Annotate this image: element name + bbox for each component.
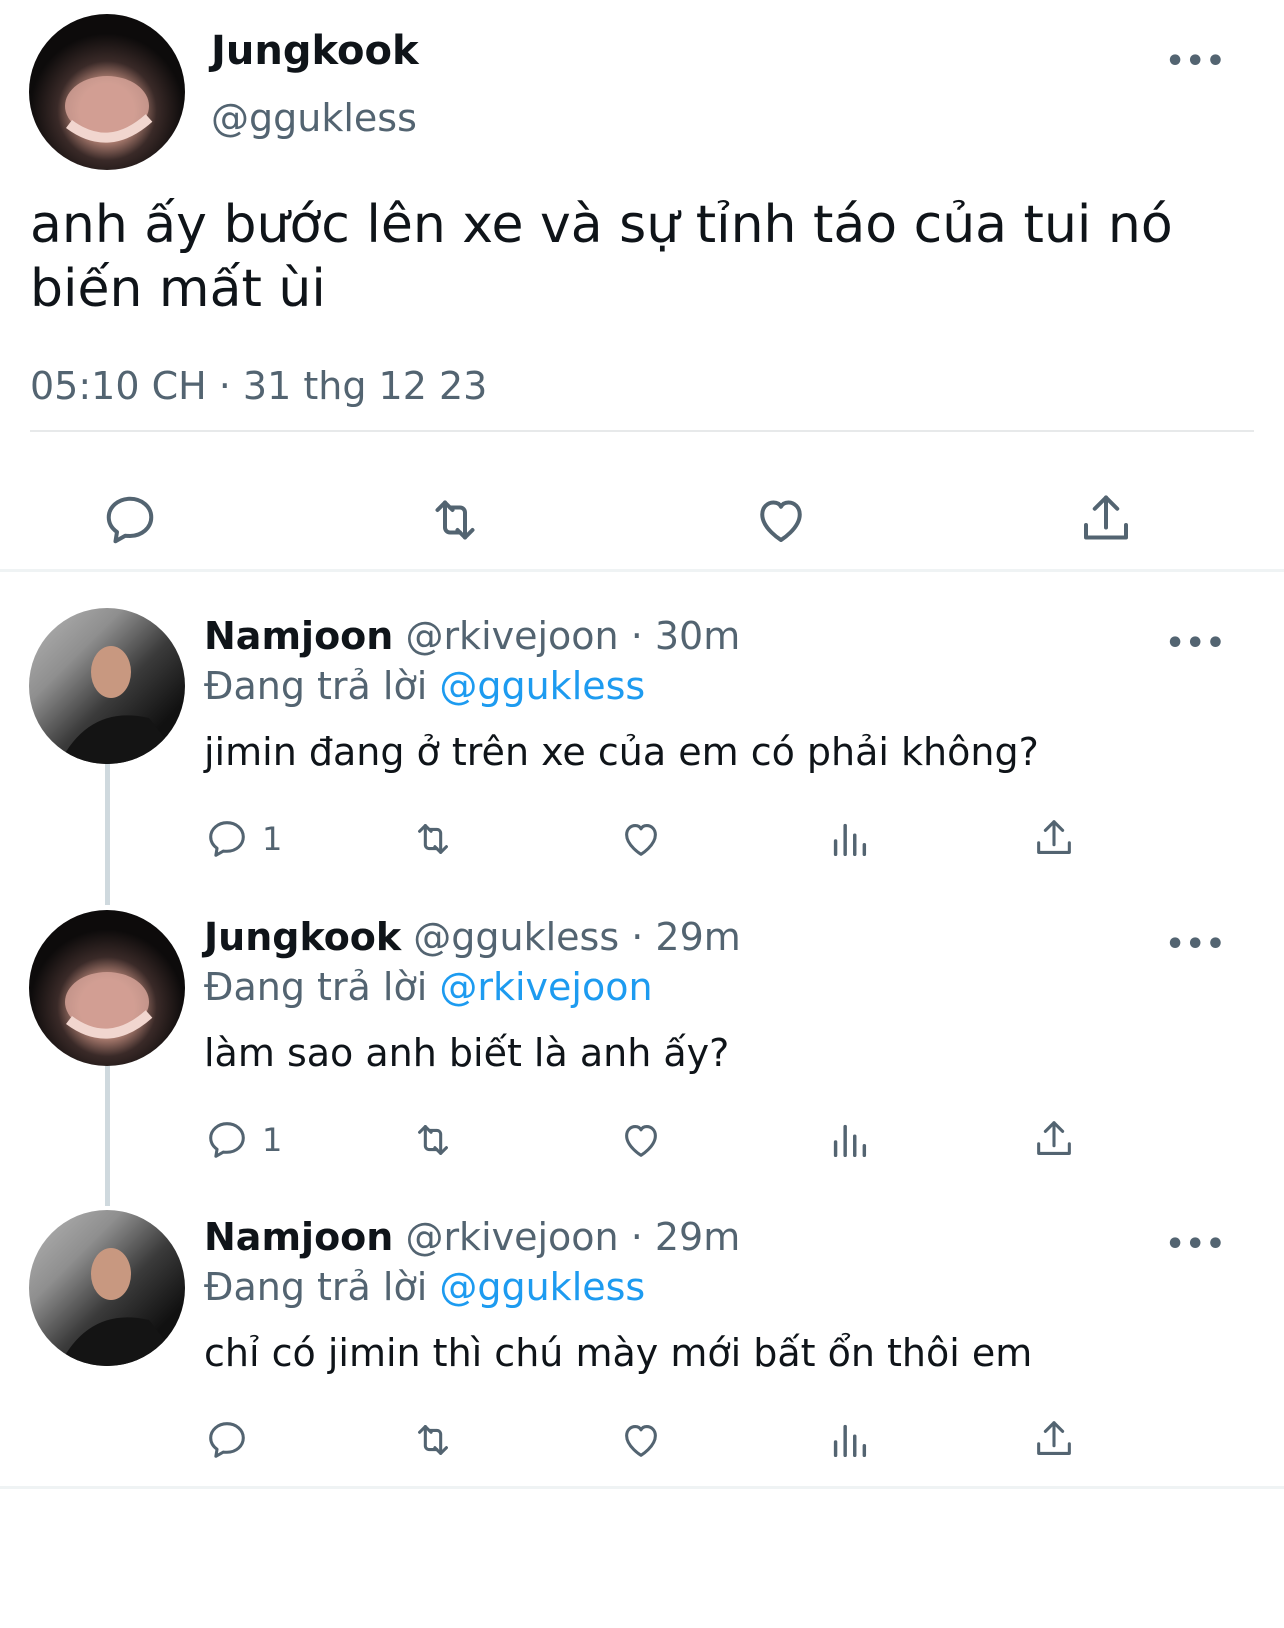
heart-icon[interactable]	[751, 490, 811, 550]
reply-header[interactable]: Jungkook @ggukless · 29m	[204, 915, 741, 959]
reply-time[interactable]: · 30m	[619, 614, 741, 658]
author-handle[interactable]: @rkivejoon	[405, 614, 618, 658]
replying-prefix: Đang trả lời	[204, 664, 440, 708]
reply-action[interactable]: 1	[204, 1116, 282, 1164]
author-handle[interactable]: @ggukless	[211, 96, 417, 140]
avatar-namjoon[interactable]	[29, 1210, 185, 1366]
more-dots-icon[interactable]: •••	[1165, 44, 1226, 79]
more-dots-icon[interactable]: •••	[1165, 927, 1226, 962]
heart-icon[interactable]	[618, 1416, 664, 1464]
author-name[interactable]: Jungkook	[211, 28, 419, 74]
reply-text: làm sao anh biết là anh ấy?	[204, 1031, 730, 1075]
reply-action[interactable]	[204, 1416, 262, 1464]
reply-time[interactable]: · 29m	[619, 915, 741, 959]
section-divider	[0, 1486, 1284, 1489]
author-name[interactable]: Namjoon	[204, 1215, 393, 1259]
avatar-jungkook[interactable]	[29, 910, 185, 1066]
retweet-icon[interactable]	[410, 1416, 456, 1464]
thread-line	[105, 1063, 110, 1206]
reply-bubble-icon[interactable]	[204, 1417, 250, 1463]
heart-icon[interactable]	[618, 815, 664, 863]
share-upload-icon[interactable]	[1031, 1116, 1077, 1164]
author-name[interactable]: Jungkook	[204, 915, 401, 959]
tweet-text: anh ấy bước lên xe và sự tỉnh táo của tu…	[30, 195, 1173, 319]
more-dots-icon[interactable]: •••	[1165, 1227, 1226, 1262]
reply-action[interactable]: 1	[204, 815, 282, 863]
share-upload-icon[interactable]	[1031, 1416, 1077, 1464]
replying-prefix: Đang trả lời	[204, 1265, 440, 1309]
reply-bubble-icon[interactable]	[100, 490, 160, 550]
mention-link[interactable]: @ggukless	[439, 664, 645, 708]
mention-link[interactable]: @rkivejoon	[439, 965, 652, 1009]
views-bar-icon[interactable]	[826, 1416, 872, 1464]
replying-to: Đang trả lời @ggukless	[204, 1265, 645, 1309]
author-handle[interactable]: @rkivejoon	[405, 1215, 618, 1259]
retweet-icon[interactable]	[410, 1116, 456, 1164]
heart-icon[interactable]	[618, 1116, 664, 1164]
reply-count: 1	[262, 1121, 283, 1159]
section-divider	[0, 569, 1284, 572]
more-dots-icon[interactable]: •••	[1165, 626, 1226, 661]
views-bar-icon[interactable]	[826, 1116, 872, 1164]
tweet-timestamp[interactable]: 05:10 CH · 31 thg 12 23	[30, 364, 487, 408]
thread-line	[105, 762, 110, 905]
reply-count: 1	[262, 820, 283, 858]
avatar-jungkook[interactable]	[29, 14, 185, 170]
mention-link[interactable]: @ggukless	[439, 1265, 645, 1309]
avatar-namjoon[interactable]	[29, 608, 185, 764]
views-bar-icon[interactable]	[826, 815, 872, 863]
reply-time[interactable]: · 29m	[619, 1215, 741, 1259]
replying-to: Đang trả lời @ggukless	[204, 664, 645, 708]
replying-prefix: Đang trả lời	[204, 965, 440, 1009]
share-upload-icon[interactable]	[1031, 815, 1077, 863]
reply-header[interactable]: Namjoon @rkivejoon · 29m	[204, 1215, 740, 1259]
replying-to: Đang trả lời @rkivejoon	[204, 965, 653, 1009]
reply-bubble-icon[interactable]	[204, 1117, 250, 1163]
reply-bubble-icon[interactable]	[204, 816, 250, 862]
reply-header[interactable]: Namjoon @rkivejoon · 30m	[204, 614, 740, 658]
reply-text: jimin đang ở trên xe của em có phải khôn…	[204, 730, 1039, 774]
author-handle[interactable]: @ggukless	[413, 915, 619, 959]
share-upload-icon[interactable]	[1076, 490, 1136, 550]
retweet-icon[interactable]	[425, 490, 485, 550]
reply-text: chỉ có jimin thì chú mày mới bất ổn thôi…	[204, 1331, 1033, 1375]
retweet-icon[interactable]	[410, 815, 456, 863]
divider	[30, 430, 1254, 432]
author-name[interactable]: Namjoon	[204, 614, 393, 658]
